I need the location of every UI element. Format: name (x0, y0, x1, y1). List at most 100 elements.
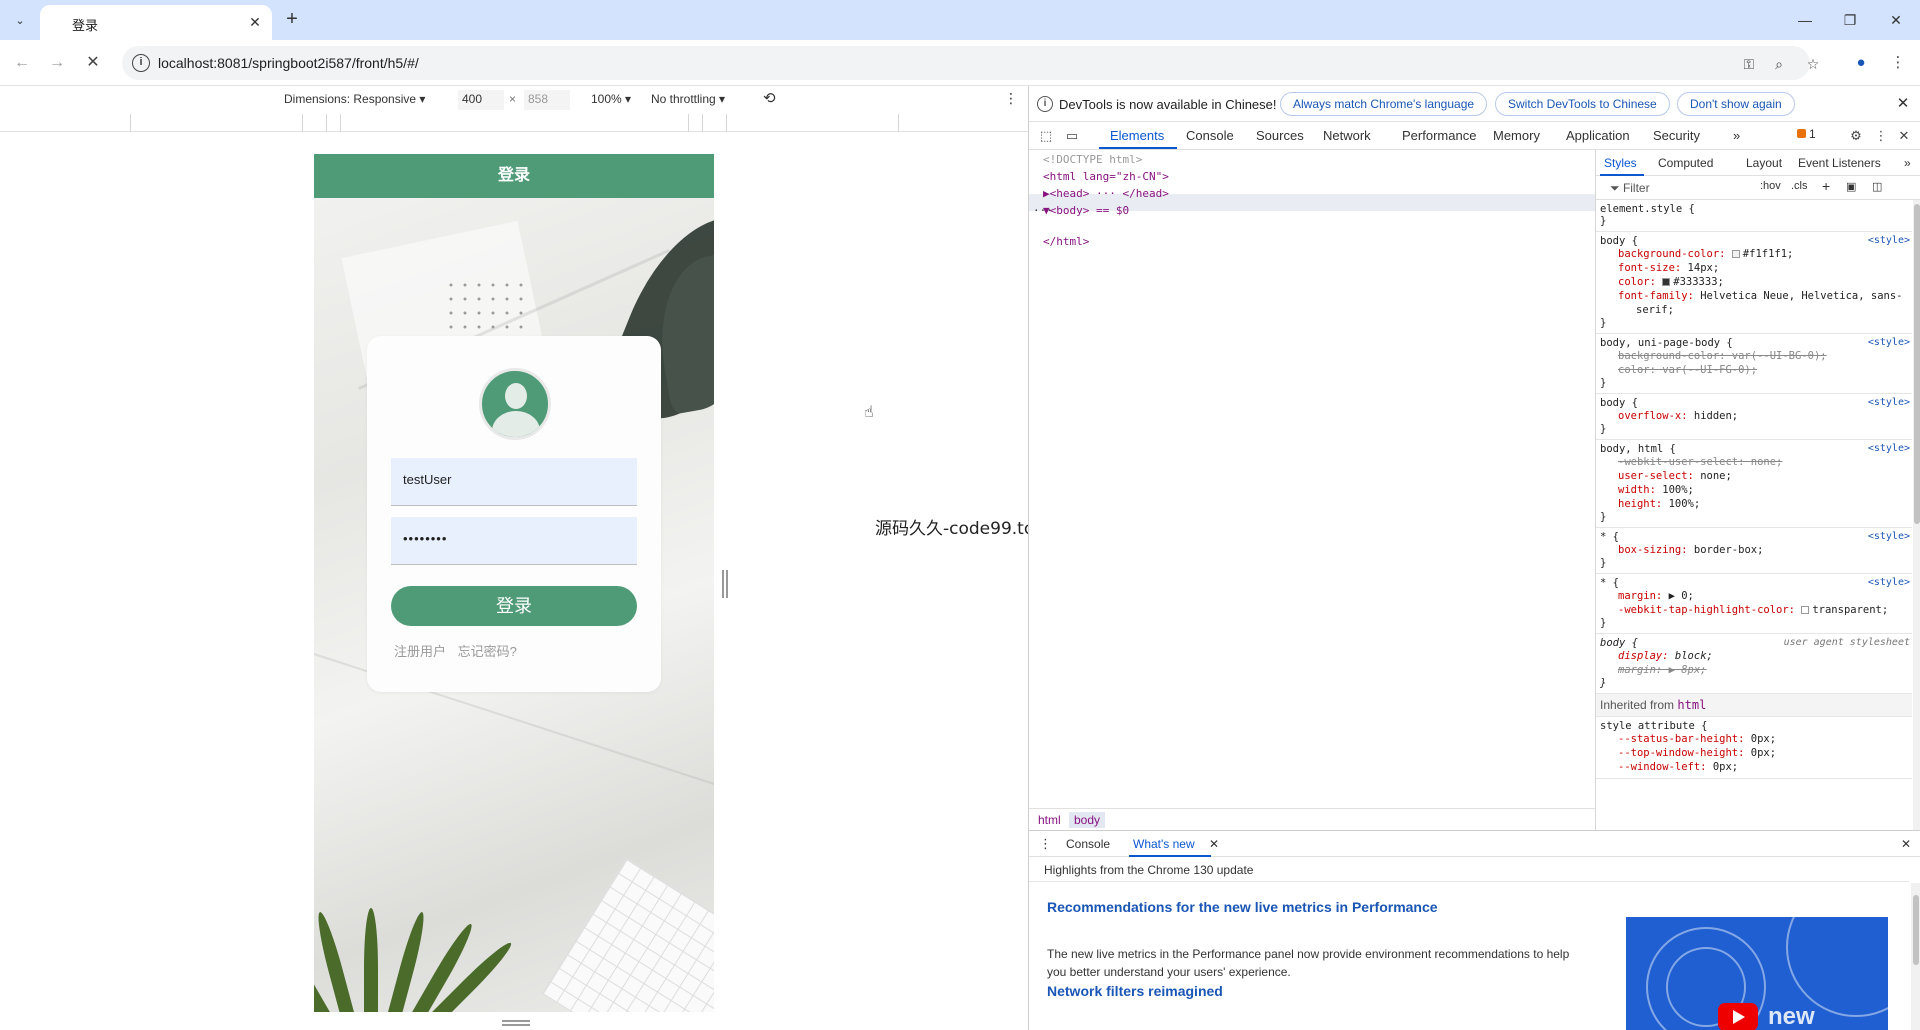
drawer-scrollbar[interactable] (1911, 883, 1920, 1030)
height-input[interactable]: 858 (524, 90, 570, 110)
rule-source-link[interactable]: <style> (1868, 577, 1910, 588)
tab-sources[interactable]: Sources (1256, 128, 1304, 143)
address-bar[interactable]: i localhost:8081/springboot2i587/front/h… (122, 46, 1819, 80)
rule-user-agent-body[interactable]: user agent stylesheet body { display: bl… (1596, 634, 1912, 694)
url-text[interactable]: localhost:8081/springboot2i587/front/h5/… (158, 55, 419, 71)
tab-network[interactable]: Network (1323, 128, 1371, 143)
new-rule-plus-icon[interactable]: + (1822, 178, 1830, 194)
bookmark-star-icon[interactable]: ☆ (1802, 53, 1824, 75)
tab-application[interactable]: Application (1566, 128, 1630, 143)
site-info-icon[interactable]: i (132, 54, 150, 72)
zoom-dropdown[interactable]: 100% ▾ (591, 92, 631, 106)
more-tabs-icon[interactable]: » (1733, 128, 1740, 143)
rule-element-style[interactable]: element.style { } (1596, 200, 1912, 232)
password-input[interactable]: •••••••• (391, 517, 637, 565)
new-tab-plus-icon[interactable]: + (281, 9, 303, 31)
news-link-network-filters[interactable]: Network filters reimagined (1047, 983, 1223, 999)
styles-more-icon[interactable]: » (1904, 156, 1911, 170)
rule-body-uni-page[interactable]: <style> body, uni-page-body { background… (1596, 334, 1912, 394)
restore-icon[interactable]: ❐ (1838, 9, 1862, 31)
tab-elements[interactable]: Elements (1110, 128, 1164, 143)
tab-styles[interactable]: Styles (1604, 156, 1637, 170)
rule-source-link[interactable]: <style> (1868, 531, 1910, 542)
dont-show-again-button[interactable]: Don't show again (1677, 92, 1795, 116)
issues-badge[interactable]: 1 (1797, 127, 1816, 141)
color-swatch[interactable] (1731, 250, 1740, 258)
forgot-password-link[interactable]: 忘记密码? (458, 644, 517, 659)
cls-toggle[interactable]: .cls (1791, 180, 1808, 192)
rule-universal-box-sizing[interactable]: <style> * { box-sizing: border-box; } (1596, 528, 1912, 574)
settings-gear-icon[interactable]: ⚙ (1847, 127, 1865, 145)
color-swatch[interactable] (1662, 278, 1671, 286)
devtools-close-icon[interactable]: ✕ (1895, 127, 1913, 145)
news-link-live-metrics[interactable]: Recommendations for the new live metrics… (1047, 899, 1438, 915)
rule-source-link[interactable]: <style> (1868, 443, 1910, 454)
breadcrumb-html[interactable]: html (1033, 812, 1066, 828)
sidebar-toggle-icon[interactable]: ◫ (1872, 180, 1882, 193)
rule-universal-margin[interactable]: <style> * { margin: ▶ 0; -webkit-tap-hig… (1596, 574, 1912, 634)
devtools-menu-icon[interactable]: ⋮ (1872, 127, 1890, 145)
filter-input[interactable]: ⏷ Filter (1610, 181, 1650, 196)
inherited-element-link[interactable]: html (1677, 698, 1706, 712)
rule-source-link[interactable]: <style> (1868, 337, 1910, 348)
login-button[interactable]: 登录 (391, 586, 637, 626)
register-link[interactable]: 注册用户 (394, 644, 446, 659)
tab-event-listeners[interactable]: Event Listeners (1798, 156, 1881, 170)
tab-performance[interactable]: Performance (1402, 128, 1476, 143)
device-toggle-icon[interactable]: ▭ (1063, 127, 1081, 145)
whats-new-video-thumbnail[interactable]: new (1626, 917, 1888, 1030)
width-input[interactable]: 400 (458, 90, 504, 110)
close-window-icon[interactable]: ✕ (1884, 9, 1908, 31)
tab-memory[interactable]: Memory (1493, 128, 1540, 143)
hov-toggle[interactable]: :hov (1760, 180, 1781, 192)
rule-style-attribute[interactable]: style attribute { --status-bar-height: 0… (1596, 717, 1912, 779)
media-query-ruler[interactable] (0, 114, 1028, 132)
rule-body-html[interactable]: <style> body, html { -webkit-user-select… (1596, 440, 1912, 528)
dom-doctype[interactable]: <!DOCTYPE html> (1043, 153, 1142, 166)
youtube-play-icon[interactable] (1718, 1003, 1758, 1030)
username-input[interactable]: testUser (391, 458, 637, 506)
drawer-tab-console[interactable]: Console (1066, 837, 1110, 851)
banner-close-icon[interactable]: ✕ (1893, 94, 1913, 114)
dom-head[interactable]: ▶<head> ··· </head> (1043, 187, 1169, 200)
tab-computed[interactable]: Computed (1658, 156, 1713, 170)
rule-source-link[interactable]: <style> (1868, 397, 1910, 408)
dom-html-close[interactable]: </html> (1043, 235, 1089, 248)
tab-layout[interactable]: Layout (1746, 156, 1782, 170)
rule-body-overflow[interactable]: <style> body { overflow-x: hidden; } (1596, 394, 1912, 440)
rule-body[interactable]: <style> body { background-color: #f1f1f1… (1596, 232, 1912, 334)
throttling-dropdown[interactable]: No throttling ▾ (651, 92, 725, 106)
rule-source-link[interactable]: <style> (1868, 235, 1910, 246)
color-swatch[interactable] (1801, 606, 1810, 614)
match-language-button[interactable]: Always match Chrome's language (1280, 92, 1488, 116)
dom-html-open[interactable]: <html lang="zh-CN"> (1043, 170, 1169, 183)
minimize-icon[interactable]: — (1793, 9, 1817, 31)
tab-close-icon[interactable]: ✕ (246, 13, 264, 31)
rotate-icon[interactable]: ⟲ (763, 89, 776, 107)
viewport-resize-handle[interactable] (722, 570, 728, 598)
profile-avatar-icon[interactable]: ● (1849, 51, 1873, 75)
dimensions-dropdown[interactable]: Dimensions: Responsive ▾ (284, 92, 425, 106)
zoom-icon[interactable]: ⌕ (1768, 53, 1790, 75)
switch-to-chinese-button[interactable]: Switch DevTools to Chinese (1495, 92, 1670, 116)
viewport-resize-bottom-handle[interactable] (502, 1020, 530, 1026)
drawer-tab-whats-new[interactable]: What's new (1133, 837, 1195, 851)
back-arrow-icon[interactable]: ← (10, 51, 34, 75)
paint-icon[interactable]: ▣ (1846, 180, 1856, 193)
tab-search-chevron-icon[interactable]: ⌄ (8, 8, 32, 32)
tab-console[interactable]: Console (1186, 128, 1234, 143)
styles-scrollbar[interactable] (1913, 200, 1920, 830)
forward-arrow-icon[interactable]: → (45, 51, 69, 75)
inspect-element-icon[interactable]: ⬚ (1037, 127, 1055, 145)
dom-body[interactable]: ▼<body> == $0 (1043, 204, 1129, 217)
drawer-close-icon[interactable]: ✕ (1901, 837, 1911, 851)
drawer-menu-icon[interactable]: ⋮ (1039, 836, 1052, 852)
device-more-icon[interactable]: ⋮ (1004, 90, 1018, 107)
stop-loading-icon[interactable]: ✕ (81, 51, 105, 75)
breadcrumb-body[interactable]: body (1069, 812, 1106, 828)
browser-menu-icon[interactable]: ⋮ (1886, 51, 1910, 75)
tab-security[interactable]: Security (1653, 128, 1700, 143)
browser-tab[interactable]: 登录 ✕ (40, 5, 272, 40)
password-key-icon[interactable]: ⚿ (1738, 53, 1760, 75)
whats-new-close-icon[interactable]: ✕ (1209, 837, 1219, 851)
